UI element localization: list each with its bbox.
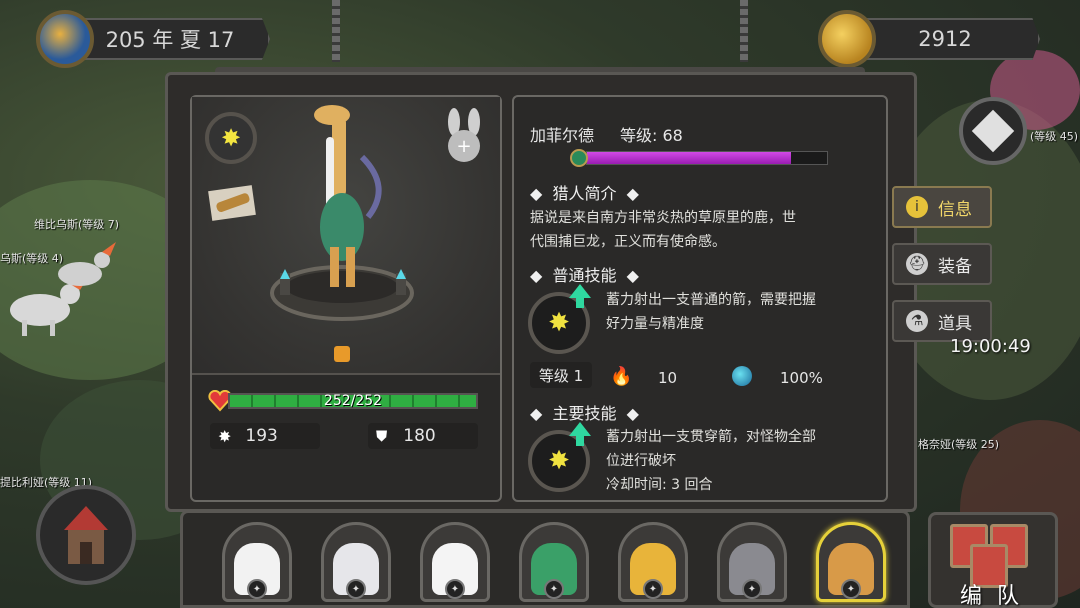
hero-level: 等级: 68 — [620, 126, 683, 145]
class-badge-icon: ✦ — [346, 579, 366, 599]
roster-hero-slot[interactable]: ✦ — [816, 522, 886, 602]
rank-badge-icon — [334, 346, 350, 362]
class-badge-icon: ✦ — [544, 579, 564, 599]
main-skill-desc-1: 蓄力射出一支贯穿箭，对怪物全部 — [606, 429, 816, 445]
class-badge-icon: ✦ — [643, 579, 663, 599]
level-badge-icon — [570, 149, 588, 167]
hit-rate-icon — [732, 366, 752, 386]
info-icon: i — [906, 196, 928, 218]
class-badge-icon: ✦ — [445, 579, 465, 599]
tab-equipment-label: 装备 — [938, 256, 972, 277]
attack-value: 193 — [245, 426, 278, 446]
class-badge-icon: ✦ — [841, 579, 861, 599]
fire-value: 10 — [658, 369, 678, 387]
fire-icon: 🔥 — [610, 366, 633, 387]
main-skill-cooldown: 冷却时间: 3 回合 — [606, 477, 713, 493]
map-label: (等级 45) — [1030, 130, 1079, 143]
attack-stat-icon: ✸ — [218, 426, 232, 446]
tab-equipment[interactable]: ⛑ 装备 — [892, 243, 992, 285]
tab-info-label: 信息 — [938, 199, 972, 220]
roster-hero-slot[interactable]: ✦ — [420, 522, 490, 602]
roster-hero-slot[interactable]: ✦ — [618, 522, 688, 602]
class-badge-icon: ✦ — [742, 579, 762, 599]
upgrade-arrow-icon[interactable] — [569, 422, 591, 436]
game-clock: 19:00:49 — [950, 336, 1031, 357]
hit-rate-value: 100% — [780, 369, 823, 387]
bio-line-1: 据说是来自南方非常炎热的草原里的鹿，世 — [530, 210, 796, 226]
attack-skill-icon[interactable]: ✸ — [205, 112, 257, 164]
normal-skill-desc-1: 蓄力射出一支普通的箭，需要把握 — [606, 292, 816, 308]
upgrade-arrow-stem — [576, 298, 584, 308]
bio-title: ◆ 猎人简介 ◆ — [530, 184, 639, 203]
upgrade-arrow-icon[interactable] — [569, 284, 591, 298]
gold-coin-icon — [818, 10, 876, 68]
date-text: 205 年 夏 17 — [105, 28, 235, 52]
shield-icon: ⛊ — [376, 427, 388, 445]
roster-hero-slot[interactable]: ✦ — [717, 522, 787, 602]
class-badge-icon: ✦ — [247, 579, 267, 599]
roster-hero-slot[interactable]: ✦ — [321, 522, 391, 602]
bio-line-2: 代围捕巨龙，正义而有使命感。 — [530, 234, 726, 250]
main-skill-desc-2: 位进行破坏 — [606, 453, 676, 469]
roster-hero-slot[interactable]: ✦ — [519, 522, 589, 602]
hero-name: 加菲尔德 — [530, 126, 595, 145]
add-pet-icon[interactable]: + — [440, 108, 488, 164]
portal-icon[interactable] — [958, 96, 1028, 166]
main-skill-title: ◆ 主要技能 ◆ — [530, 404, 639, 423]
defense-value: 180 — [403, 426, 436, 446]
chain-decoration — [740, 0, 748, 62]
skill-level-tag: 等级 1 — [530, 362, 592, 388]
tab-items-label: 道具 — [938, 313, 972, 334]
tab-info[interactable]: i 信息 — [892, 186, 992, 228]
svg-text:+: + — [456, 136, 471, 157]
potion-icon: ⚗ — [906, 310, 928, 332]
upgrade-arrow-stem — [576, 436, 584, 446]
date-bar: 205 年 夏 17 — [70, 18, 270, 60]
helmet-icon: ⛑ — [906, 253, 928, 275]
season-moon-icon[interactable] — [36, 10, 94, 68]
map-label: 维比乌斯(等级 7) — [34, 218, 120, 231]
hp-text: 252/252 — [323, 393, 383, 409]
telescope-map-icon[interactable] — [206, 180, 258, 226]
house-icon[interactable] — [36, 480, 136, 590]
creature-sprite — [58, 242, 116, 286]
level-progress-bar — [586, 151, 828, 165]
gold-bar: 2912 — [850, 18, 1040, 60]
defense-stat: ⛊ 180 — [368, 423, 478, 449]
normal-skill-title: ◆ 普通技能 ◆ — [530, 266, 639, 285]
team-formation-label: 编 队 — [960, 584, 1023, 608]
normal-skill-desc-2: 好力量与精准度 — [606, 316, 704, 332]
attack-stat: ✸ 193 — [210, 423, 320, 449]
gold-amount: 2912 — [918, 27, 972, 51]
roster-hero-slot[interactable]: ✦ — [222, 522, 292, 602]
map-label: 格奈娅(等级 25) — [918, 438, 1000, 451]
chain-decoration — [332, 0, 340, 62]
level-progress-fill — [587, 152, 791, 164]
